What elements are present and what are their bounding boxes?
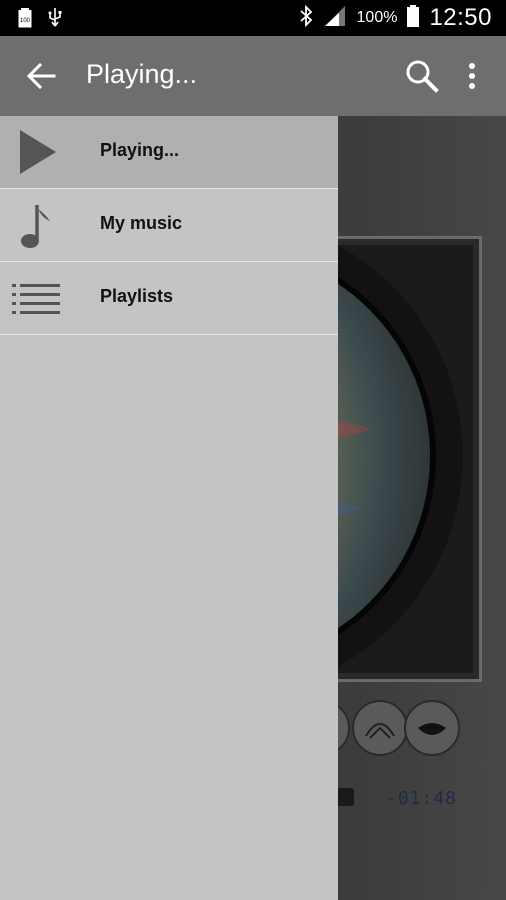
shuffle-button[interactable] [404, 700, 460, 756]
arrow-left-icon[interactable] [24, 58, 60, 94]
status-bar-left: 100 [18, 8, 62, 33]
battery-percent: 100% [356, 9, 398, 26]
repeat-button[interactable] [352, 700, 408, 756]
usb-icon [48, 8, 62, 33]
drawer-item-my-music[interactable]: My music [0, 189, 338, 262]
drawer-item-playlists[interactable]: Playlists [0, 262, 338, 335]
battery-full-icon [407, 4, 420, 32]
navigation-drawer: Playing... My music Playlists [0, 116, 338, 900]
signal-icon [323, 5, 347, 32]
drawer-item-label: Playing... [100, 140, 180, 160]
more-vert-icon[interactable] [458, 58, 486, 94]
drawer-item-playing[interactable]: Playing... [0, 116, 338, 189]
music-note-icon [12, 201, 62, 249]
app-bar: Playing... [0, 36, 506, 116]
status-bar-right: 100% 12:50 [299, 4, 492, 32]
page-title: Playing... [86, 59, 198, 89]
play-icon [12, 128, 62, 176]
status-bar: 100 100% 12:50 [0, 0, 506, 36]
battery-icon: 100 [18, 8, 32, 33]
search-icon[interactable] [402, 56, 442, 96]
battery-level-label: 100 [20, 18, 31, 24]
drawer-item-label: Playlists [100, 286, 174, 306]
clock: 12:50 [429, 4, 492, 31]
list-icon [12, 274, 62, 322]
time-remaining: -01:48 [386, 788, 458, 809]
bluetooth-icon [299, 4, 313, 32]
drawer-item-label: My music [100, 213, 183, 233]
